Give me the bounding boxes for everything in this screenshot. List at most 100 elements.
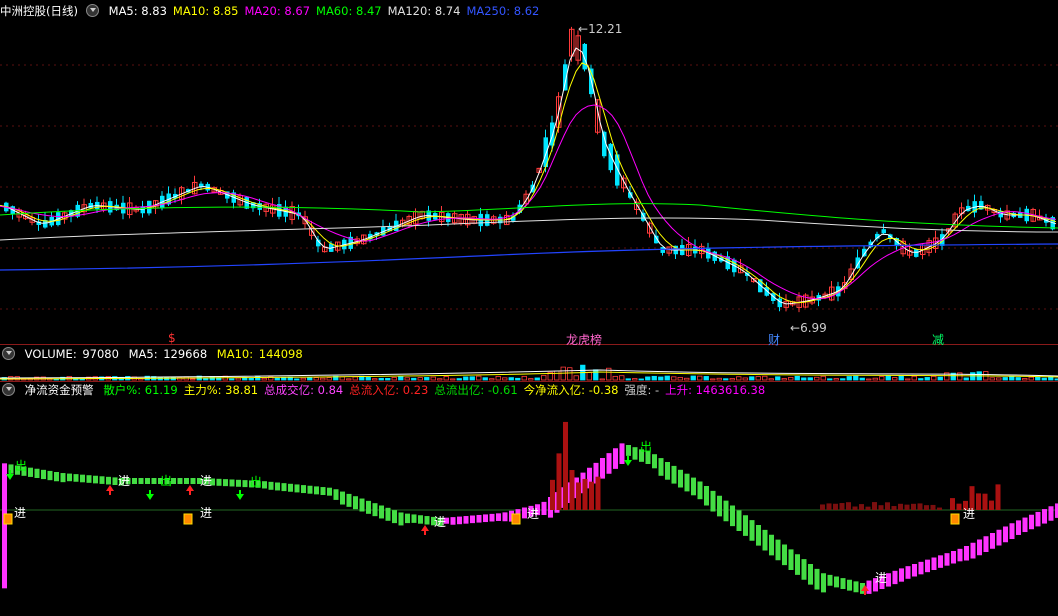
indicator-bar	[93, 475, 98, 484]
indicator-bar	[990, 533, 995, 549]
indicator-bar	[1029, 514, 1034, 530]
indicator-bar	[957, 548, 963, 562]
indicator-bar	[1042, 509, 1047, 524]
low-price-label: ←6.99	[790, 321, 827, 335]
volume-bar	[898, 375, 904, 381]
indicator-bar	[684, 473, 690, 492]
indicator-bar	[710, 490, 716, 512]
indicator-bar	[372, 503, 378, 517]
indicator-bar	[450, 517, 456, 525]
indicator-bar	[840, 578, 846, 589]
volume-bar	[430, 376, 436, 381]
indicator-bar	[177, 478, 183, 484]
up-arrow-icon	[106, 485, 114, 495]
down-arrow-icon	[146, 490, 154, 500]
inflow-bar	[872, 502, 877, 510]
home-icon	[183, 513, 193, 525]
indicator-bar	[925, 559, 930, 573]
marker-reduce[interactable]: 减	[932, 331, 944, 348]
volume-bar	[658, 376, 664, 381]
indicator-bar	[67, 473, 72, 482]
volume-bar	[599, 378, 605, 381]
volume-bar	[937, 376, 943, 381]
volume-bar	[638, 378, 644, 381]
indicator-bar	[866, 580, 872, 594]
marker-finance[interactable]: 财	[768, 331, 780, 348]
indicator-bar	[320, 487, 326, 495]
inflow-bar	[589, 481, 594, 510]
indicator-bar	[314, 486, 319, 495]
indicator-bar	[359, 498, 365, 512]
marker-dollar[interactable]: $	[168, 331, 176, 345]
volume-bar	[879, 376, 885, 381]
volume-bar	[378, 377, 384, 381]
indicator-bar	[99, 476, 105, 484]
signal-in-label: 进	[527, 507, 540, 521]
indicator-bar	[665, 462, 670, 480]
indicator-bar	[717, 495, 722, 517]
volume-bar	[697, 375, 703, 381]
indicator-bar	[470, 515, 475, 524]
volume-bar	[1028, 376, 1034, 381]
dropdown-icon[interactable]	[2, 347, 15, 360]
indicator-legend: 散户%: 61.19 主力%: 38.81 总成交亿: 0.84 总流入亿: 0.23…	[103, 383, 771, 397]
indicator-bar	[463, 516, 469, 524]
volume-bar	[788, 376, 794, 381]
indicator-bar	[346, 493, 352, 507]
candle-body	[641, 212, 646, 221]
vol-ma5-value: 129668	[163, 347, 208, 361]
volume-bar	[1041, 377, 1047, 381]
indicator-bar	[236, 479, 241, 487]
indicator-bar	[775, 539, 781, 561]
volume-bar	[911, 375, 917, 381]
home-icon	[511, 513, 521, 525]
dropdown-icon[interactable]	[2, 383, 15, 396]
marker-dragon-tiger[interactable]: 龙虎榜	[566, 331, 602, 348]
indicator-bar	[340, 491, 345, 505]
inflow-bar	[976, 493, 981, 510]
volume-value: 97080	[82, 347, 119, 361]
indicator-bar	[190, 478, 196, 484]
indicator-bar	[223, 479, 228, 487]
ma120-line	[0, 217, 1058, 241]
volume-bar	[768, 378, 774, 381]
inflow-bar	[904, 504, 910, 510]
indicator-bar	[41, 469, 46, 480]
indicator-bar	[398, 512, 404, 526]
volume-bar	[554, 370, 560, 381]
volume-bar	[794, 375, 800, 381]
inflow-bar	[833, 503, 838, 510]
volume-bar	[515, 377, 521, 381]
indicator-bar	[151, 478, 157, 484]
indicator-bar	[996, 529, 1002, 546]
indicator-bar	[632, 447, 638, 460]
volume-bar	[723, 378, 729, 381]
inflow-bar	[865, 506, 871, 510]
inflow-bar	[839, 503, 845, 510]
stock-chart[interactable]	[0, 0, 1058, 616]
indicator-bar	[418, 515, 423, 524]
signal-in-label: 进	[200, 506, 213, 520]
indicator-bar	[730, 505, 735, 527]
volume-bar	[313, 377, 319, 381]
indicator-legend-item: 总成交亿: 0.84	[264, 383, 344, 397]
inflow-bar	[995, 484, 1001, 510]
volume-bar	[996, 377, 1002, 381]
indicator-bar	[1016, 520, 1021, 535]
indicator-bar	[678, 469, 683, 488]
indicator-bar	[489, 513, 495, 522]
volume-bar	[294, 378, 300, 381]
inflow-bar	[982, 493, 988, 510]
signal-out-label: 出	[250, 475, 263, 489]
volume-bar	[814, 376, 820, 381]
volume-bar	[489, 378, 495, 381]
indicator-bar	[392, 510, 397, 524]
indicator-bar	[756, 525, 761, 546]
volume-bar	[703, 376, 709, 381]
indicator-bar	[541, 501, 547, 515]
volume-bar	[1015, 377, 1021, 381]
inflow-bar	[878, 505, 884, 510]
volume-bar	[443, 376, 449, 381]
indicator-bar	[216, 478, 222, 486]
volume-bar	[924, 377, 930, 381]
